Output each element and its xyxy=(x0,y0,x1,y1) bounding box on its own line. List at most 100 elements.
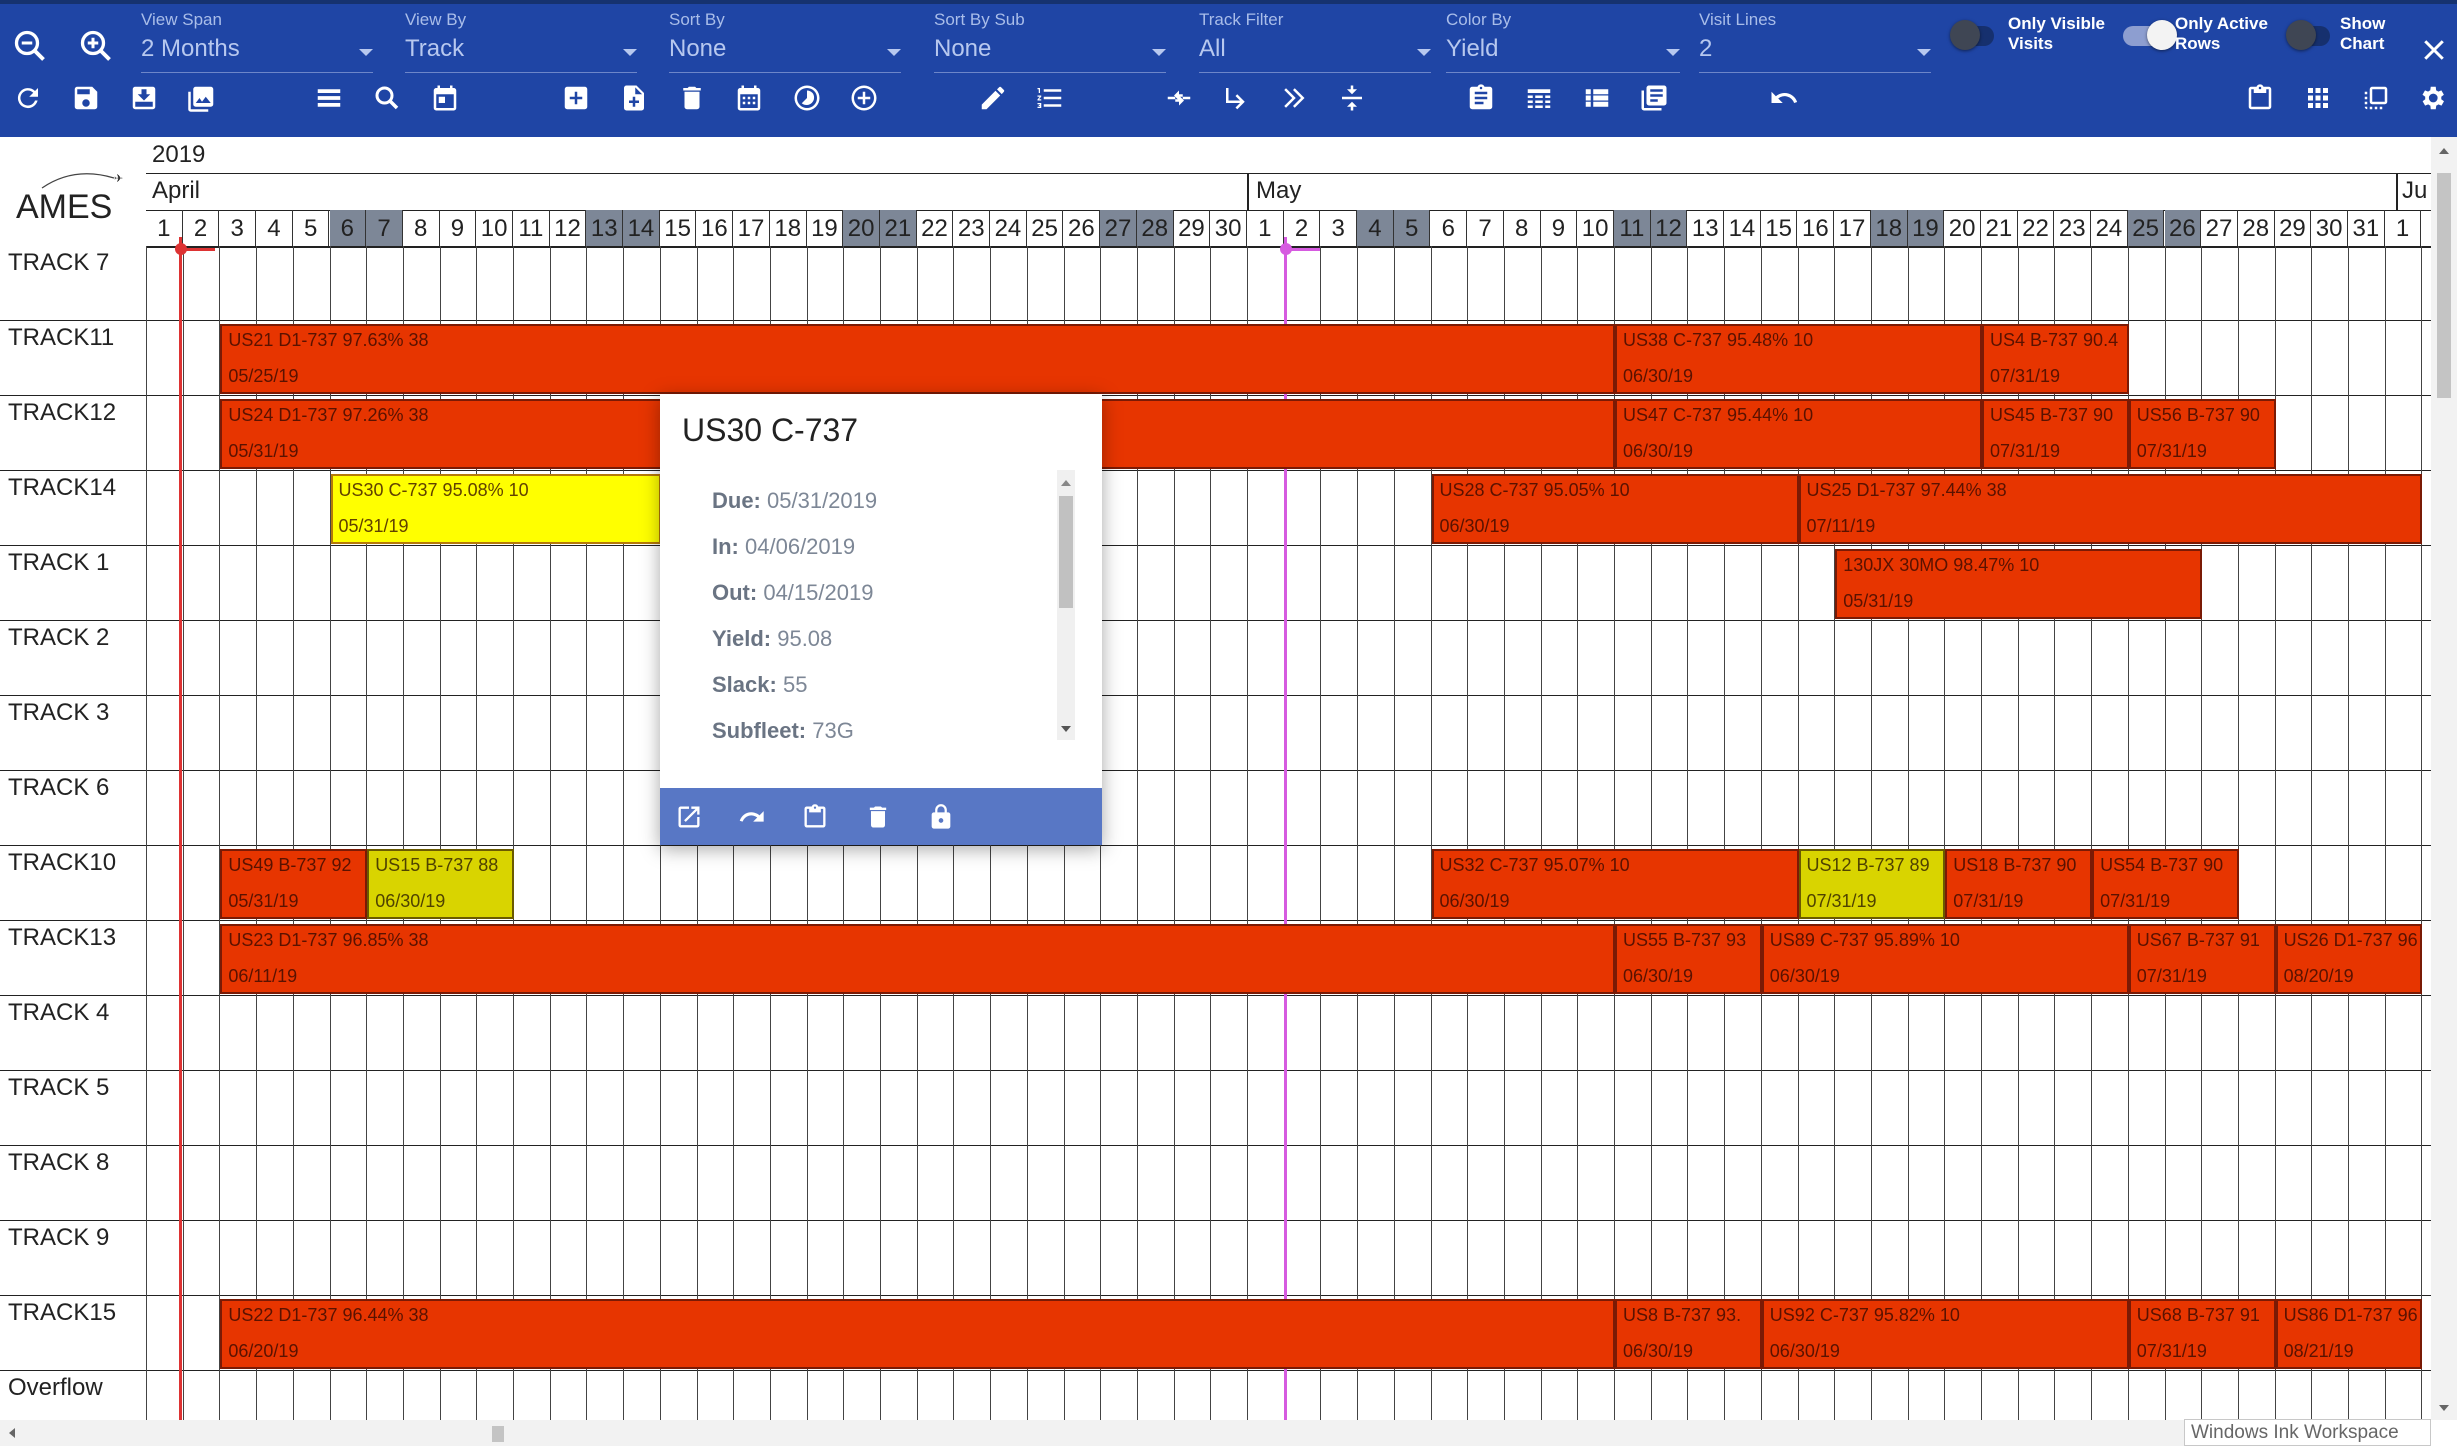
view-list-icon[interactable] xyxy=(1579,80,1615,116)
visit-bar[interactable]: US22 D1-737 96.44% 38 06/20/19 xyxy=(220,1299,1615,1369)
track-filter-select[interactable]: Track Filter All xyxy=(1199,8,1431,73)
view-span-select[interactable]: View Span 2 Months xyxy=(141,8,373,73)
visit-bar[interactable]: US86 D1-737 96 08/21/19 xyxy=(2275,1299,2423,1369)
visit-bar[interactable]: US67 B-737 91 07/31/19 xyxy=(2128,924,2276,994)
calendar-grid-icon[interactable] xyxy=(731,80,767,116)
visit-bar[interactable]: US38 C-737 95.48% 10 06/30/19 xyxy=(1615,324,1982,394)
sort-by-sub-select[interactable]: Sort By Sub None xyxy=(934,8,1166,73)
day-cell: 28 xyxy=(2238,210,2275,246)
close-icon[interactable] xyxy=(2416,32,2452,68)
horizontal-scrollbar[interactable] xyxy=(0,1420,2431,1446)
visit-bar[interactable]: US23 D1-737 96.85% 38 06/11/19 xyxy=(220,924,1615,994)
clipboard-icon[interactable] xyxy=(2242,80,2278,116)
save-alt-icon[interactable] xyxy=(126,80,162,116)
lock-icon[interactable] xyxy=(924,800,958,834)
visit-bar[interactable]: US49 B-737 92 05/31/19 xyxy=(220,849,368,919)
note-add-icon[interactable] xyxy=(616,80,652,116)
visit-lines-select[interactable]: Visit Lines 2 xyxy=(1699,8,1931,73)
visit-bar[interactable]: US89 C-737 95.89% 10 06/30/19 xyxy=(1761,924,2129,994)
flip-to-front-icon[interactable] xyxy=(2358,80,2394,116)
scroll-left-icon[interactable] xyxy=(2,1420,22,1446)
zoom-in-icon[interactable] xyxy=(78,28,118,68)
add-box-icon[interactable] xyxy=(558,80,594,116)
visit-bar[interactable]: US32 C-737 95.07% 10 06/30/19 xyxy=(1431,849,1799,919)
popup-field-in: In: 04/06/2019 xyxy=(712,534,855,560)
zoom-out-icon[interactable] xyxy=(12,28,52,68)
visit-bar[interactable]: US54 B-737 90 07/31/19 xyxy=(2092,849,2239,919)
day-cell: 31 xyxy=(2348,210,2385,246)
delete-icon[interactable] xyxy=(861,800,895,834)
visit-bar[interactable]: US21 D1-737 97.63% 38 05/25/19 xyxy=(220,324,1615,394)
refresh-icon[interactable] xyxy=(10,80,46,116)
clipboard-icon[interactable] xyxy=(798,800,832,834)
edit-pencil-icon[interactable] xyxy=(975,80,1011,116)
scroll-down-icon[interactable] xyxy=(2431,1398,2457,1418)
visit-due-date: 05/31/19 xyxy=(338,516,409,536)
undo-icon[interactable] xyxy=(1766,80,1802,116)
delete-icon[interactable] xyxy=(674,80,710,116)
visit-bar[interactable]: US30 C-737 95.08% 10 05/31/19 xyxy=(330,474,661,544)
redo-icon[interactable] xyxy=(735,800,769,834)
visit-bar[interactable]: US55 B-737 93 06/30/19 xyxy=(1615,924,1762,994)
visit-bar[interactable]: US8 B-737 93. 06/30/19 xyxy=(1615,1299,1762,1369)
horizontal-scroll-thumb[interactable] xyxy=(492,1426,504,1442)
windows-ink-workspace-button[interactable]: Windows Ink Workspace xyxy=(2184,1419,2431,1446)
timelapse-icon[interactable] xyxy=(789,80,825,116)
visit-bar[interactable]: US56 B-737 90 07/31/19 xyxy=(2128,399,2276,469)
track-row: TRACK 4 xyxy=(0,996,2431,1071)
visit-bar[interactable]: US68 B-737 91 07/31/19 xyxy=(2128,1299,2276,1369)
popup-field-yield: Yield: 95.08 xyxy=(712,626,832,652)
view-by-select[interactable]: View By Track xyxy=(405,8,637,73)
visit-bar[interactable]: 130JX 30MO 98.47% 10 05/31/19 xyxy=(1835,549,2203,619)
search-icon[interactable] xyxy=(369,80,405,116)
visit-bar[interactable]: US4 B-737 90.4 07/31/19 xyxy=(1982,324,2129,394)
sort-by-select[interactable]: Sort By None xyxy=(669,8,901,73)
popup-scroll-thumb[interactable] xyxy=(1059,496,1073,608)
scroll-up-icon[interactable] xyxy=(2431,141,2457,161)
fast-forward-icon[interactable] xyxy=(1276,80,1312,116)
month-divider xyxy=(2396,173,2398,210)
visit-bar[interactable]: US92 C-737 95.82% 10 06/30/19 xyxy=(1761,1299,2129,1369)
scroll-up-icon[interactable] xyxy=(1057,474,1075,492)
visit-bar[interactable]: US28 C-737 95.05% 10 06/30/19 xyxy=(1431,474,1799,544)
only-active-rows-toggle[interactable]: Only Active Rows xyxy=(2123,14,2298,58)
open-in-new-icon[interactable] xyxy=(672,800,706,834)
day-cell: 4 xyxy=(256,210,293,246)
library-books-icon[interactable] xyxy=(1636,80,1672,116)
numbered-list-icon[interactable] xyxy=(1032,80,1068,116)
visit-bar[interactable]: US26 D1-737 96 08/20/19 xyxy=(2275,924,2423,994)
marker-tick xyxy=(1284,248,1320,251)
visit-bar[interactable]: US25 D1-737 97.44% 38 07/11/19 xyxy=(1798,474,2423,544)
show-chart-toggle[interactable]: Show Chart xyxy=(2286,14,2408,58)
scroll-down-icon[interactable] xyxy=(1057,720,1075,738)
calendar-icon[interactable] xyxy=(427,80,463,116)
visit-bar[interactable]: US15 B-737 88 06/30/19 xyxy=(367,849,514,919)
visit-bar[interactable]: US45 B-737 90 07/31/19 xyxy=(1982,399,2129,469)
visit-label: US4 B-737 90.4 xyxy=(1990,330,2119,350)
visit-due-date: 07/11/19 xyxy=(1806,516,1876,536)
list-view-icon[interactable] xyxy=(311,80,347,116)
apps-grid-icon[interactable] xyxy=(2300,80,2336,116)
color-by-select[interactable]: Color By Yield xyxy=(1446,8,1680,73)
track-row: TRACK 8 xyxy=(0,1146,2431,1221)
svg-text:✈: ✈ xyxy=(114,172,123,185)
visit-bar[interactable]: US47 C-737 95.44% 10 06/30/19 xyxy=(1615,399,1982,469)
subdirectory-arrow-icon[interactable] xyxy=(1218,80,1254,116)
only-visible-visits-toggle[interactable]: Only Visible Visits xyxy=(1950,14,2122,58)
vertical-scroll-thumb[interactable] xyxy=(2437,173,2451,398)
merge-arrows-icon[interactable] xyxy=(1161,80,1197,116)
visit-bar[interactable]: US18 B-737 90 07/31/19 xyxy=(1945,849,2093,919)
track-label: TRACK 1 xyxy=(8,549,110,576)
vertical-scrollbar[interactable] xyxy=(2431,137,2457,1420)
popup-scrollbar[interactable] xyxy=(1057,470,1075,740)
visit-bar[interactable]: US12 B-737 89 07/31/19 xyxy=(1798,849,1946,919)
table-rows-icon[interactable] xyxy=(1521,80,1557,116)
add-circle-icon[interactable] xyxy=(846,80,882,116)
gear-icon[interactable] xyxy=(2414,80,2450,116)
save-icon[interactable] xyxy=(68,80,104,116)
day-cell: 29 xyxy=(1174,210,1211,246)
assignment-icon[interactable] xyxy=(1463,80,1499,116)
day-cell: 18 xyxy=(770,210,807,246)
vertical-align-center-icon[interactable] xyxy=(1334,80,1370,116)
image-export-icon[interactable] xyxy=(184,80,220,116)
